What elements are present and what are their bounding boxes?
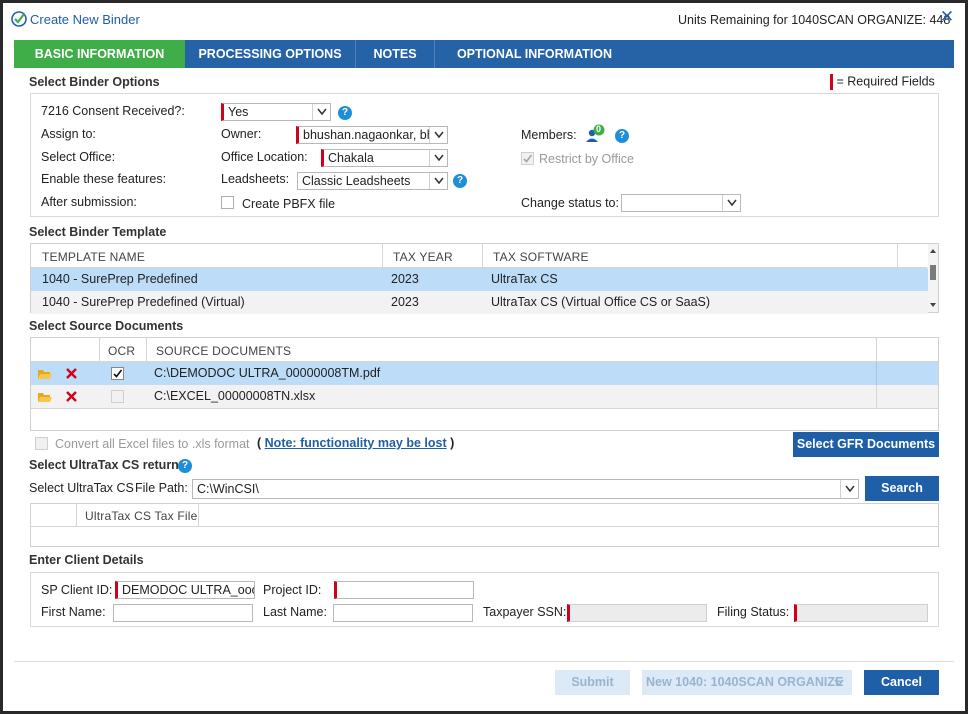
members-label: Members: xyxy=(521,128,577,142)
template-scrollbar[interactable] xyxy=(928,244,938,312)
select-ultratax-label: Select UltraTax CS xyxy=(29,481,134,495)
chevron-down-icon xyxy=(722,195,740,211)
sp-client-id-input[interactable]: DEMODOC ULTRA_oooo xyxy=(115,581,255,599)
col-ocr: OCR xyxy=(108,344,136,358)
folder-open-icon[interactable] xyxy=(37,390,53,403)
after-submission-label: After submission: xyxy=(41,195,137,209)
change-status-select[interactable] xyxy=(621,194,741,212)
required-marker xyxy=(830,74,833,90)
owner-select[interactable]: bhushan.nagaonkar, bh xyxy=(296,126,448,144)
tab-optional-information[interactable]: OPTIONAL INFORMATION xyxy=(435,40,634,68)
tab-basic-information[interactable]: BASIC INFORMATION xyxy=(14,40,185,68)
convert-excel-checkbox[interactable] xyxy=(35,437,48,450)
first-name-label: First Name: xyxy=(41,605,106,619)
filing-status-label: Filing Status: xyxy=(717,605,790,619)
section-binder-options: Select Binder Options xyxy=(29,75,160,89)
office-location-label: Office Location: xyxy=(221,150,308,164)
file-path-input[interactable]: C:\WinCSI\ xyxy=(192,479,859,499)
consent-select[interactable]: Yes xyxy=(221,103,331,121)
table-row[interactable]: C:\DEMODOC ULTRA_00000008TM.pdf xyxy=(31,362,938,385)
delete-icon[interactable] xyxy=(65,367,78,380)
help-icon[interactable]: ? xyxy=(178,459,192,473)
change-status-label: Change status to: xyxy=(521,196,619,210)
title-bar: Create New Binder Units Remaining for 10… xyxy=(3,3,965,37)
chevron-down-icon xyxy=(429,150,447,166)
binder-options-panel: 7216 Consent Received?: Yes ? Assign to:… xyxy=(30,93,939,217)
col-ultratax-tax-file: UltraTax CS Tax File xyxy=(85,509,198,523)
filing-status-input[interactable] xyxy=(794,604,928,622)
project-id-input[interactable] xyxy=(334,581,474,599)
ocr-checkbox[interactable] xyxy=(111,390,124,403)
functionality-note-link[interactable]: Note: functionality may be lost xyxy=(265,436,447,450)
sp-client-id-label: SP Client ID: xyxy=(41,583,113,597)
convert-excel-label: Convert all Excel files to .xls format xyxy=(55,437,250,451)
app-check-icon xyxy=(11,11,27,27)
tab-bar: BASIC INFORMATION PROCESSING OPTIONS NOT… xyxy=(14,40,954,68)
client-details-panel: SP Client ID: DEMODOC ULTRA_oooo Project… xyxy=(30,572,939,627)
leadsheets-label: Leadsheets: xyxy=(221,172,290,186)
chevron-down-icon xyxy=(840,480,858,498)
search-button[interactable]: Search xyxy=(865,476,939,501)
office-location-select[interactable]: Chakala xyxy=(321,149,448,167)
taxpayer-ssn-label: Taxpayer SSN: xyxy=(483,605,567,619)
ultratax-grid: UltraTax CS Tax File xyxy=(30,503,939,547)
folder-open-icon[interactable] xyxy=(37,367,53,380)
table-row[interactable]: 1040 - SurePrep Predefined (Virtual) 202… xyxy=(31,291,928,314)
assign-label: Assign to: xyxy=(41,127,96,141)
col-tax-year: TAX YEAR xyxy=(393,250,453,264)
chevron-down-icon xyxy=(312,104,330,120)
members-count: 0 xyxy=(596,124,602,134)
required-legend: = Required Fields xyxy=(830,74,935,90)
pbfx-checkbox[interactable] xyxy=(221,196,234,209)
close-icon[interactable]: ✕ xyxy=(938,8,956,26)
tab-notes[interactable]: NOTES xyxy=(356,40,434,68)
file-path-label: File Path: xyxy=(135,481,188,495)
help-icon[interactable]: ? xyxy=(453,174,467,188)
section-source-documents: Select Source Documents xyxy=(29,319,184,333)
project-id-label: Project ID: xyxy=(263,583,322,597)
cancel-button[interactable]: Cancel xyxy=(864,670,939,695)
owner-label: Owner: xyxy=(221,127,262,141)
first-name-input[interactable] xyxy=(113,604,253,622)
col-tax-software: TAX SOFTWARE xyxy=(493,250,589,264)
new-product-select[interactable]: New 1040: 1040SCAN ORGANIZE xyxy=(642,670,852,695)
section-binder-template: Select Binder Template xyxy=(29,225,167,239)
consent-label: 7216 Consent Received?: xyxy=(41,104,185,118)
chevron-down-icon xyxy=(429,127,447,143)
help-icon[interactable]: ? xyxy=(615,129,629,143)
functionality-note: ( Note: functionality may be lost ) xyxy=(257,436,455,450)
pbfx-label: Create PBFX file xyxy=(242,197,336,211)
last-name-input[interactable] xyxy=(333,604,473,622)
members-icon[interactable]: 0 xyxy=(584,124,606,144)
create-binder-dialog: Create New Binder Units Remaining for 10… xyxy=(0,0,968,714)
submit-button[interactable]: Submit xyxy=(555,670,630,695)
section-ultratax-return: Select UltraTax CS return xyxy=(29,458,179,472)
chevron-down-icon xyxy=(834,679,844,687)
restrict-office-label: Restrict by Office xyxy=(539,152,634,166)
table-row[interactable]: 1040 - SurePrep Predefined 2023 UltraTax… xyxy=(31,268,928,291)
ocr-checkbox[interactable] xyxy=(111,367,124,380)
units-remaining: Units Remaining for 1040SCAN ORGANIZE: 4… xyxy=(678,13,951,27)
section-client-details: Enter Client Details xyxy=(29,553,144,567)
help-icon[interactable]: ? xyxy=(338,106,352,120)
features-label: Enable these features: xyxy=(41,172,167,186)
office-label: Select Office: xyxy=(41,150,116,164)
table-row[interactable]: C:\EXCEL_00000008TN.xlsx xyxy=(31,385,938,408)
leadsheets-select[interactable]: Classic Leadsheets xyxy=(297,172,448,190)
taxpayer-ssn-input[interactable] xyxy=(567,604,707,622)
tab-processing-options[interactable]: PROCESSING OPTIONS xyxy=(185,40,355,68)
delete-icon[interactable] xyxy=(65,390,78,403)
chevron-down-icon xyxy=(429,173,447,189)
col-template-name: TEMPLATE NAME xyxy=(42,250,146,264)
source-docs-grid: OCR SOURCE DOCUMENTS C:\DEMODOC ULTRA_00… xyxy=(30,337,939,431)
template-grid: TEMPLATE NAME TAX YEAR TAX SOFTWARE 1040… xyxy=(30,243,939,314)
dialog-title: Create New Binder xyxy=(30,12,140,27)
restrict-office-checkbox[interactable] xyxy=(521,152,534,165)
select-gfr-documents-button[interactable]: Select GFR Documents xyxy=(793,432,939,457)
col-source-documents: SOURCE DOCUMENTS xyxy=(156,344,292,358)
last-name-label: Last Name: xyxy=(263,605,327,619)
